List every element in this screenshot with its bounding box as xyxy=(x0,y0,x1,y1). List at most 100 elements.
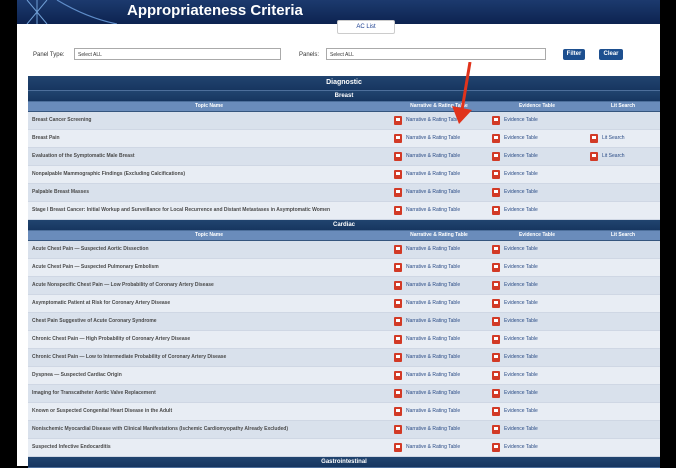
narrative-cell: Narrative & Rating Table xyxy=(390,241,488,258)
pdf-icon[interactable] xyxy=(492,206,500,215)
pdf-icon[interactable] xyxy=(492,317,500,326)
panels-select[interactable]: Select ALL xyxy=(326,48,546,60)
pdf-icon[interactable] xyxy=(394,170,402,179)
evidence-cell: Evidence Table xyxy=(488,202,586,219)
evidence-link[interactable]: Evidence Table xyxy=(504,318,538,324)
pdf-icon[interactable] xyxy=(492,263,500,272)
ac-list-button[interactable]: AC List xyxy=(337,20,395,34)
evidence-link[interactable]: Evidence Table xyxy=(504,444,538,450)
narrative-link[interactable]: Narrative & Rating Table xyxy=(406,207,460,213)
evidence-cell: Evidence Table xyxy=(488,130,586,147)
narrative-cell: Narrative & Rating Table xyxy=(390,295,488,312)
pdf-icon[interactable] xyxy=(394,371,402,380)
pdf-icon[interactable] xyxy=(394,299,402,308)
pdf-icon[interactable] xyxy=(394,281,402,290)
evidence-link[interactable]: Evidence Table xyxy=(504,246,538,252)
evidence-link[interactable]: Evidence Table xyxy=(504,354,538,360)
lit-cell: Lit Search xyxy=(586,130,660,147)
clear-button[interactable]: Clear xyxy=(599,49,623,60)
pdf-icon[interactable] xyxy=(394,335,402,344)
narrative-cell: Narrative & Rating Table xyxy=(390,385,488,402)
pdf-icon[interactable] xyxy=(492,281,500,290)
lit-link[interactable]: Lit Search xyxy=(602,153,625,159)
evidence-link[interactable]: Evidence Table xyxy=(504,207,538,213)
narrative-link[interactable]: Narrative & Rating Table xyxy=(406,300,460,306)
narrative-link[interactable]: Narrative & Rating Table xyxy=(406,246,460,252)
narrative-link[interactable]: Narrative & Rating Table xyxy=(406,282,460,288)
narrative-cell: Narrative & Rating Table xyxy=(390,130,488,147)
evidence-link[interactable]: Evidence Table xyxy=(504,153,538,159)
evidence-link[interactable]: Evidence Table xyxy=(504,426,538,432)
pdf-icon[interactable] xyxy=(492,425,500,434)
pdf-icon[interactable] xyxy=(492,443,500,452)
narrative-link[interactable]: Narrative & Rating Table xyxy=(406,318,460,324)
evidence-cell: Evidence Table xyxy=(488,112,586,129)
pdf-icon[interactable] xyxy=(394,245,402,254)
pdf-icon[interactable] xyxy=(394,389,402,398)
table-row: Acute Chest Pain — Suspected Aortic Diss… xyxy=(28,241,660,259)
narrative-link[interactable]: Narrative & Rating Table xyxy=(406,426,460,432)
pdf-icon[interactable] xyxy=(492,245,500,254)
narrative-cell: Narrative & Rating Table xyxy=(390,331,488,348)
pdf-icon[interactable] xyxy=(590,152,598,161)
evidence-link[interactable]: Evidence Table xyxy=(504,282,538,288)
evidence-link[interactable]: Evidence Table xyxy=(504,300,538,306)
narrative-link[interactable]: Narrative & Rating Table xyxy=(406,354,460,360)
pdf-icon[interactable] xyxy=(492,389,500,398)
pdf-icon[interactable] xyxy=(492,170,500,179)
pdf-icon[interactable] xyxy=(492,116,500,125)
pdf-icon[interactable] xyxy=(492,299,500,308)
pdf-icon[interactable] xyxy=(492,152,500,161)
pdf-icon[interactable] xyxy=(492,407,500,416)
table-row: Acute Nonspecific Chest Pain — Low Proba… xyxy=(28,277,660,295)
pdf-icon[interactable] xyxy=(394,263,402,272)
table-row: Known or Suspected Congenital Heart Dise… xyxy=(28,403,660,421)
narrative-link[interactable]: Narrative & Rating Table xyxy=(406,336,460,342)
narrative-link[interactable]: Narrative & Rating Table xyxy=(406,408,460,414)
evidence-link[interactable]: Evidence Table xyxy=(504,390,538,396)
column-header-lit: Lit Search xyxy=(610,103,636,109)
pdf-icon[interactable] xyxy=(394,152,402,161)
pdf-icon[interactable] xyxy=(492,371,500,380)
narrative-link[interactable]: Narrative & Rating Table xyxy=(406,171,460,177)
narrative-link[interactable]: Narrative & Rating Table xyxy=(406,135,460,141)
pdf-icon[interactable] xyxy=(394,134,402,143)
pdf-icon[interactable] xyxy=(394,188,402,197)
panel-type-select[interactable]: Select ALL xyxy=(74,48,281,60)
table-row: Acute Chest Pain — Suspected Pulmonary E… xyxy=(28,259,660,277)
pdf-icon[interactable] xyxy=(394,443,402,452)
pdf-icon[interactable] xyxy=(394,353,402,362)
narrative-link[interactable]: Narrative & Rating Table xyxy=(406,372,460,378)
evidence-link[interactable]: Evidence Table xyxy=(504,372,538,378)
table-row: Breast Cancer Screening Narrative & Ratin… xyxy=(28,112,660,130)
topic-name: Acute Chest Pain — Suspected Pulmonary E… xyxy=(32,264,159,270)
pdf-icon[interactable] xyxy=(590,134,598,143)
pdf-icon[interactable] xyxy=(394,317,402,326)
narrative-link[interactable]: Narrative & Rating Table xyxy=(406,153,460,159)
evidence-link[interactable]: Evidence Table xyxy=(504,264,538,270)
filter-button[interactable]: Filter xyxy=(563,49,585,60)
lit-cell xyxy=(586,385,660,402)
narrative-link[interactable]: Narrative & Rating Table xyxy=(406,264,460,270)
narrative-link[interactable]: Narrative & Rating Table xyxy=(406,189,460,195)
pdf-icon[interactable] xyxy=(492,188,500,197)
lit-link[interactable]: Lit Search xyxy=(602,135,625,141)
evidence-link[interactable]: Evidence Table xyxy=(504,171,538,177)
evidence-link[interactable]: Evidence Table xyxy=(504,408,538,414)
pdf-icon[interactable] xyxy=(394,116,402,125)
pdf-icon[interactable] xyxy=(492,353,500,362)
narrative-link[interactable]: Narrative & Rating Table xyxy=(406,444,460,450)
column-header-row: Topic Name Narrative & Rating Table Eviden… xyxy=(28,102,660,112)
evidence-link[interactable]: Evidence Table xyxy=(504,189,538,195)
topic-name: Chronic Chest Pain — Low to Intermediate… xyxy=(32,354,227,360)
evidence-link[interactable]: Evidence Table xyxy=(504,135,538,141)
pdf-icon[interactable] xyxy=(394,407,402,416)
evidence-link[interactable]: Evidence Table xyxy=(504,336,538,342)
pdf-icon[interactable] xyxy=(492,134,500,143)
pdf-icon[interactable] xyxy=(394,425,402,434)
pdf-icon[interactable] xyxy=(492,335,500,344)
topic-name: Palpable Breast Masses xyxy=(32,189,89,195)
narrative-link[interactable]: Narrative & Rating Table xyxy=(406,390,460,396)
evidence-link[interactable]: Evidence Table xyxy=(504,117,538,123)
pdf-icon[interactable] xyxy=(394,206,402,215)
